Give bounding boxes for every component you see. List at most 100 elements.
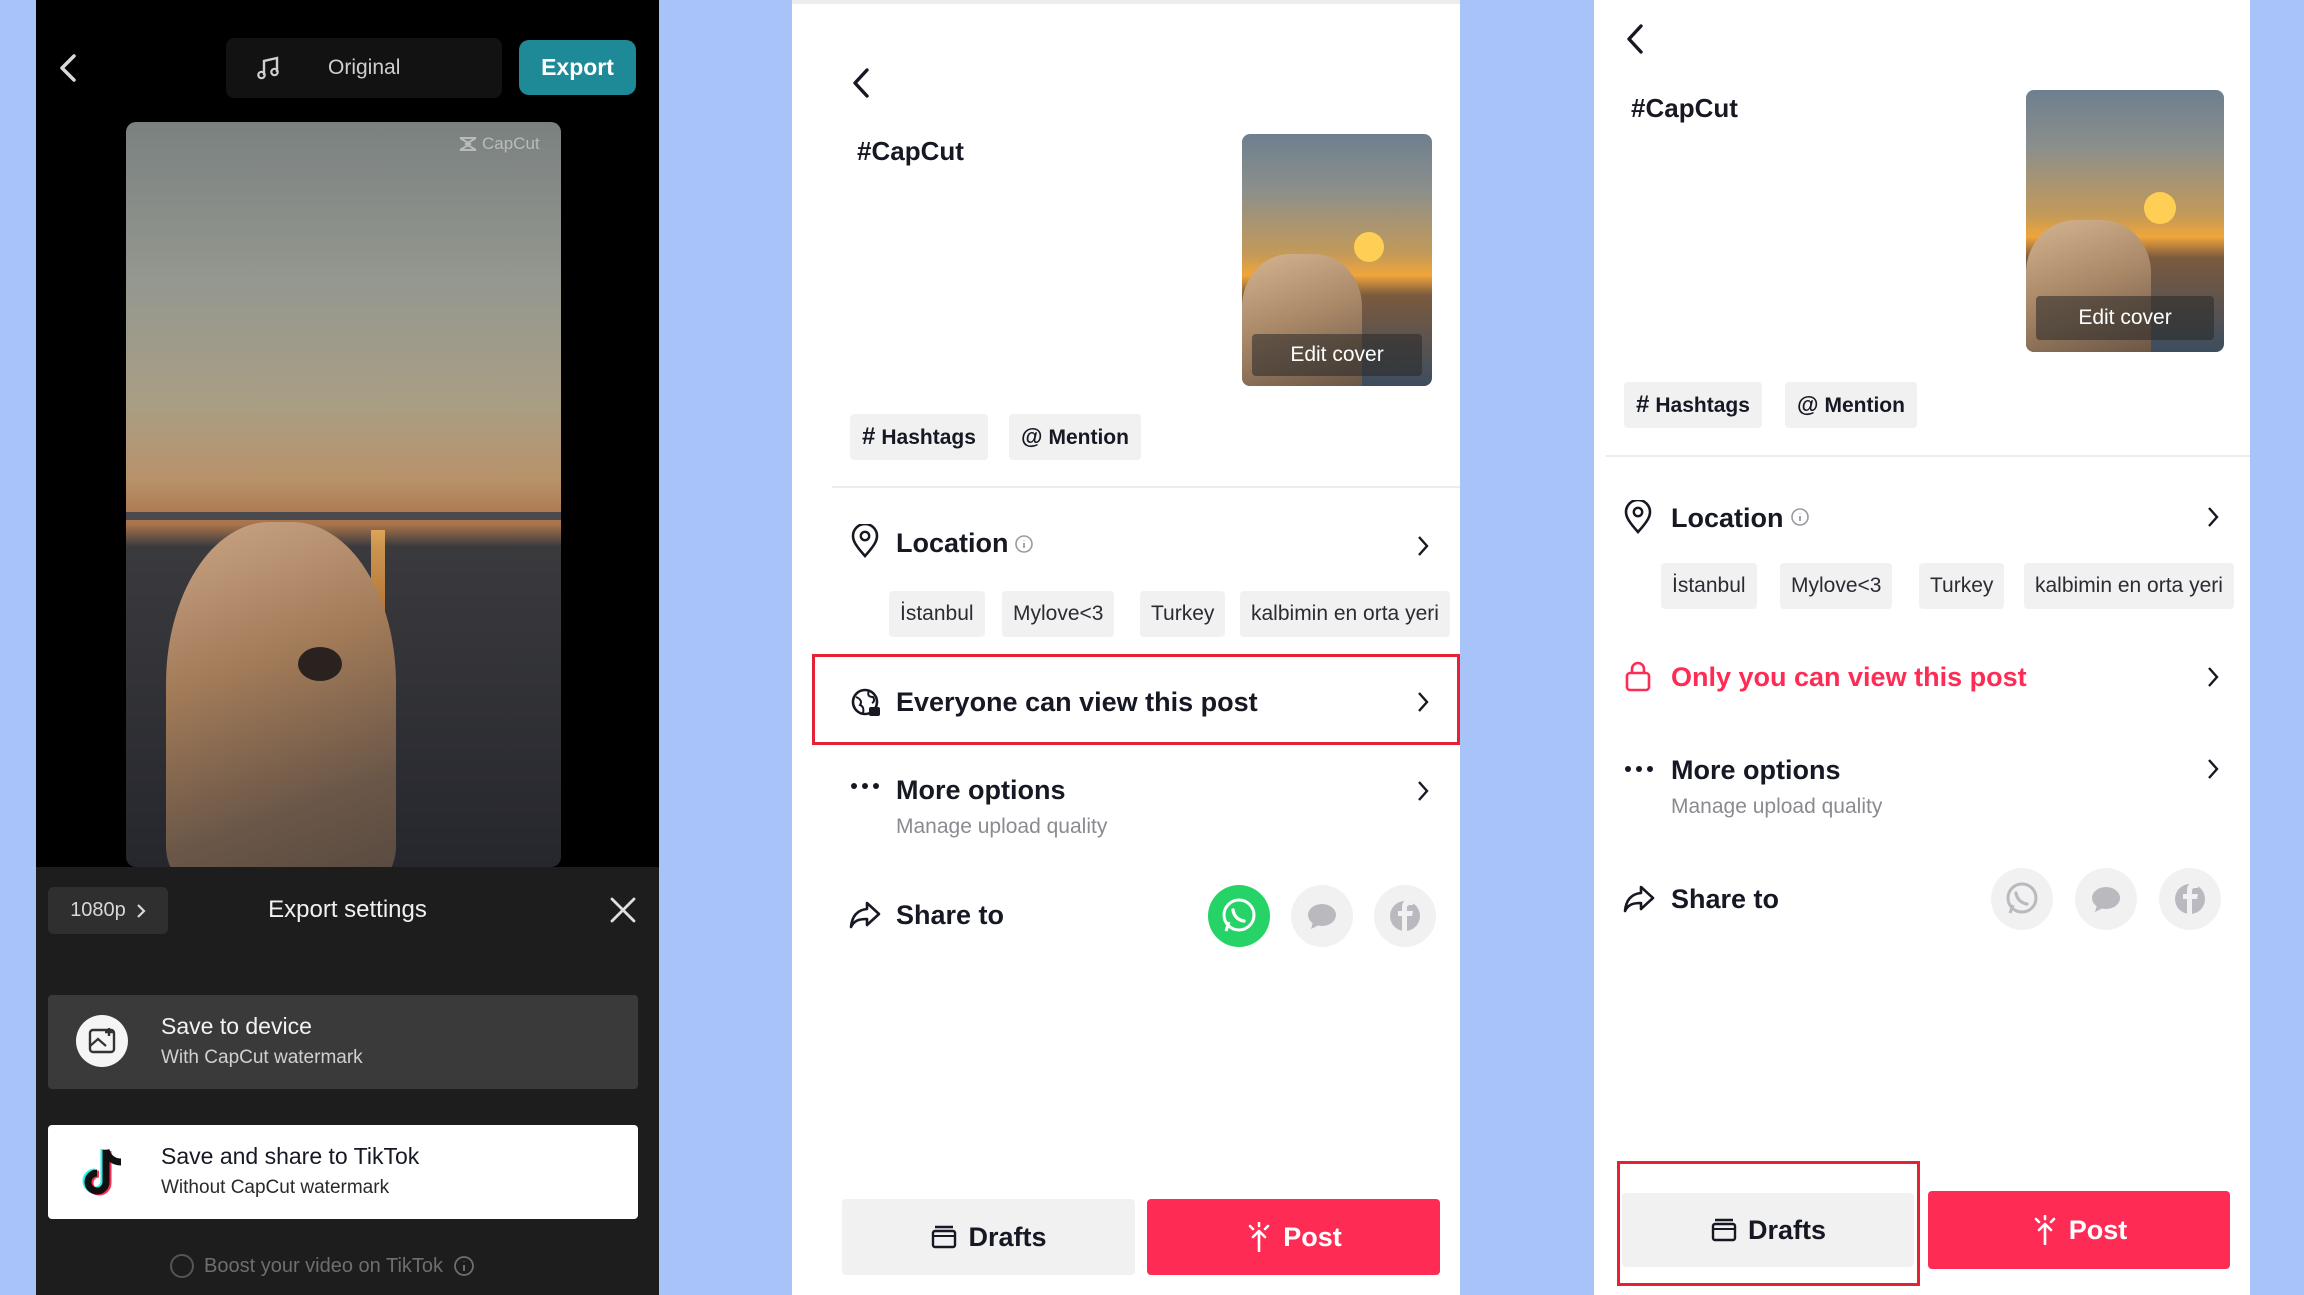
privacy-chevron-icon[interactable] [1416,690,1430,714]
mention-label: Mention [1048,426,1129,449]
mention-label: Mention [1824,394,1905,417]
cover-thumbnail[interactable]: Edit cover [1242,134,1432,386]
capcut-watermark: CapCut [458,134,540,154]
message-icon[interactable] [2075,868,2137,930]
sparkle-post-icon [1248,1222,1270,1252]
cover-sun [2144,192,2176,224]
location-label[interactable]: Location [896,528,1009,559]
lock-icon [1624,660,1652,692]
location-chip[interactable]: kalbimin en orta yeri [2024,563,2234,609]
cover-sun [1354,232,1384,262]
privacy-label[interactable]: Everyone can view this post [896,687,1258,718]
more-dots-icon [850,780,880,792]
location-chip[interactable]: Mylove<3 [1780,563,1893,609]
location-chevron-icon[interactable] [1416,534,1430,558]
drafts-label: Drafts [968,1221,1047,1252]
dog-nose [298,647,342,681]
facebook-icon[interactable] [1374,885,1436,947]
location-pin-icon [850,524,880,558]
original-label: Original [328,56,401,79]
hash-icon: # [1636,391,1650,418]
video-preview: CapCut [126,122,561,867]
hash-icon: # [862,423,876,450]
save-share-title: Save and share to TikTok [161,1143,420,1169]
more-dots-icon [1624,763,1654,775]
facebook-icon[interactable] [2159,868,2221,930]
capcut-export-panel: Original Export CapCut 1080p Export sett… [36,0,659,1295]
more-options-chevron-icon[interactable] [2206,757,2220,781]
post-label: Post [2068,1214,2128,1245]
original-sound-pill[interactable]: Original [226,38,502,98]
privacy-chevron-icon[interactable] [2206,665,2220,689]
location-pin-icon [1623,500,1653,534]
location-chip[interactable]: İstanbul [1661,563,1757,609]
share-arrow-icon [848,900,882,930]
top-divider [792,0,1460,4]
drafts-highlight-box [1617,1161,1920,1286]
location-info-icon[interactable] [1790,507,1810,527]
more-options-sub: Manage upload quality [1671,795,1883,818]
location-label[interactable]: Location [1671,503,1784,534]
message-icon[interactable] [1291,885,1353,947]
edit-cover-label[interactable]: Edit cover [1252,334,1422,376]
save-share-subtitle: Without CapCut watermark [161,1177,390,1198]
capcut-logo-icon [459,137,477,151]
caption-text[interactable]: #CapCut [1631,93,1738,124]
horizon-line [126,512,561,520]
post-button[interactable]: Post [1147,1199,1440,1275]
location-info-icon[interactable] [1014,534,1034,554]
cover-thumbnail[interactable]: Edit cover [2026,90,2224,352]
caption-text[interactable]: #CapCut [857,136,964,167]
more-options-label[interactable]: More options [1671,755,1841,786]
globe-lock-icon [850,687,882,719]
more-options-chevron-icon[interactable] [1416,779,1430,803]
back-icon[interactable] [848,66,874,100]
dog-image [166,522,396,867]
whatsapp-icon[interactable] [1208,885,1270,947]
drafts-box-icon [932,1225,957,1249]
share-to-label: Share to [1671,884,1780,914]
boost-label: Boost your video on TikTok [204,1254,444,1277]
save-share-tiktok-option[interactable]: Save and share to TikTok Without CapCut … [48,1125,638,1219]
tiktok-post-panel-public: #CapCut Edit cover # Hashtags @ Mention Lo… [792,0,1460,1295]
at-icon: @ [1021,424,1043,449]
whatsapp-icon[interactable] [1991,868,2053,930]
save-device-title: Save to device [161,1013,312,1039]
location-chip[interactable]: İstanbul [889,591,985,637]
save-to-device-option[interactable]: Save to device With CapCut watermark [48,995,638,1089]
post-label: Post [1283,1221,1342,1252]
sparkle-post-icon [2034,1215,2056,1245]
section-divider [1606,455,2250,457]
save-image-icon [76,1015,128,1067]
more-options-label[interactable]: More options [896,775,1066,806]
location-chip[interactable]: kalbimin en orta yeri [1240,591,1450,637]
edit-cover-label[interactable]: Edit cover [2036,296,2214,340]
location-chip[interactable]: Mylove<3 [1002,591,1115,637]
mention-chip[interactable]: @ Mention [1009,414,1141,460]
back-icon[interactable] [1622,22,1648,56]
save-device-subtitle: With CapCut watermark [161,1047,363,1068]
tiktok-post-panel-private: #CapCut Edit cover # Hashtags @ Mention Lo… [1594,0,2250,1295]
back-icon[interactable] [54,52,82,84]
section-divider [832,486,1460,488]
boost-row[interactable]: Boost your video on TikTok [170,1254,475,1278]
hashtags-chip[interactable]: # Hashtags [850,414,988,460]
mention-chip[interactable]: @ Mention [1785,382,1917,428]
music-note-icon [256,55,282,81]
close-icon[interactable] [609,896,637,924]
location-chip[interactable]: Turkey [1140,591,1226,637]
hashtags-chip[interactable]: # Hashtags [1624,382,1762,428]
hashtags-label: Hashtags [881,426,976,449]
share-arrow-icon [1622,884,1656,914]
info-icon[interactable] [453,1255,475,1277]
boost-checkbox[interactable] [170,1254,194,1278]
watermark-text: CapCut [482,134,540,153]
drafts-button[interactable]: Drafts [842,1199,1135,1275]
privacy-label[interactable]: Only you can view this post [1671,662,2027,693]
location-chevron-icon[interactable] [2206,505,2220,529]
export-settings-title: Export settings [268,896,427,923]
location-chip[interactable]: Turkey [1919,563,2005,609]
export-button[interactable]: Export [519,40,636,95]
hashtags-label: Hashtags [1655,394,1750,417]
post-button[interactable]: Post [1928,1191,2230,1269]
